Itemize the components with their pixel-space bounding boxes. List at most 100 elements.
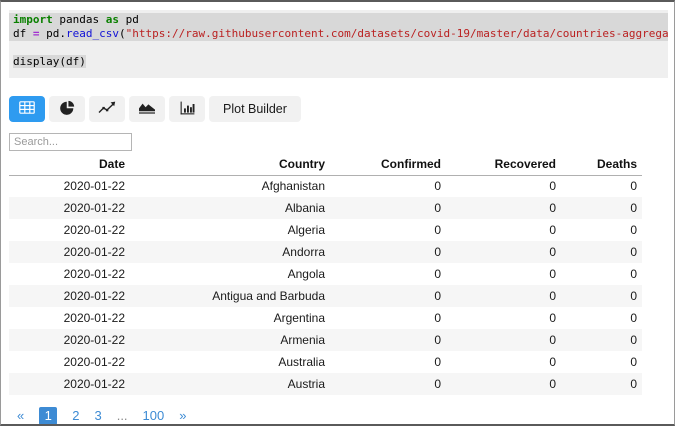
column-header-country[interactable]: Country bbox=[130, 155, 330, 176]
ellipsis: ... bbox=[116, 408, 128, 423]
cell-date: 2020-01-22 bbox=[63, 223, 125, 237]
page-button-3[interactable]: 3 bbox=[94, 407, 101, 424]
code-editor[interactable]: import pandas as pd df = pd.read_csv("htt… bbox=[9, 10, 668, 78]
cell-confirmed: 0 bbox=[434, 223, 441, 237]
cell-date: 2020-01-22 bbox=[63, 333, 125, 347]
area-chart-icon bbox=[138, 101, 156, 117]
cell-country: Albania bbox=[284, 201, 325, 215]
cell-date: 2020-01-22 bbox=[63, 245, 125, 259]
cell-deaths: 0 bbox=[630, 289, 637, 303]
code-line[interactable] bbox=[9, 41, 668, 55]
view-toolbar: Plot Builder bbox=[9, 96, 666, 122]
line-chart-icon bbox=[98, 101, 116, 117]
column-header-confirmed[interactable]: Confirmed bbox=[330, 155, 446, 176]
cell-confirmed: 0 bbox=[434, 179, 441, 194]
selection-highlight: display(df) bbox=[13, 55, 86, 68]
code-token: "https://raw.githubusercontent.com/datas… bbox=[125, 27, 668, 40]
plot-builder-button[interactable]: Plot Builder bbox=[209, 96, 301, 122]
search-input[interactable] bbox=[9, 133, 132, 151]
cell-deaths: 0 bbox=[630, 267, 637, 281]
cell-country: Algeria bbox=[287, 223, 325, 237]
cell-date: 2020-01-22 bbox=[63, 179, 125, 194]
table-row: 2020-01-22 Albania 0 0 0 bbox=[9, 197, 642, 219]
code-token: = bbox=[32, 27, 40, 40]
cell-date: 2020-01-22 bbox=[63, 201, 125, 215]
cell-country: Armenia bbox=[280, 333, 325, 347]
column-header-date[interactable]: Date bbox=[9, 155, 130, 176]
cell-confirmed: 0 bbox=[434, 245, 441, 259]
data-table: Date Country Confirmed Recovered Deaths 2020… bbox=[9, 155, 642, 395]
cell-confirmed: 0 bbox=[434, 201, 441, 215]
cell-recovered: 0 bbox=[549, 333, 556, 347]
cell-recovered: 0 bbox=[549, 355, 556, 369]
area-chart-view-button[interactable] bbox=[129, 96, 165, 122]
cell-deaths: 0 bbox=[630, 377, 637, 391]
code-token: pd. bbox=[39, 27, 66, 40]
cell-confirmed: 0 bbox=[434, 355, 441, 369]
column-header-recovered[interactable]: Recovered bbox=[446, 155, 561, 176]
cell-confirmed: 0 bbox=[434, 377, 441, 391]
cell-country: Austria bbox=[287, 377, 325, 391]
table-row: 2020-01-22 Australia 0 0 0 bbox=[9, 351, 642, 373]
cell-country: Antigua and Barbuda bbox=[212, 289, 325, 303]
code-token: df bbox=[13, 27, 33, 40]
cell-deaths: 0 bbox=[630, 333, 637, 347]
nav-prev[interactable]: « bbox=[17, 407, 24, 424]
bar-chart-icon bbox=[180, 101, 195, 118]
code-token: read_csv bbox=[66, 27, 119, 40]
table-row: 2020-01-22 Armenia 0 0 0 bbox=[9, 329, 642, 351]
cell-recovered: 0 bbox=[549, 179, 556, 194]
code-line[interactable]: import pandas as pd bbox=[9, 13, 668, 27]
cell-date: 2020-01-22 bbox=[63, 377, 125, 391]
bar-chart-view-button[interactable] bbox=[169, 96, 205, 122]
cell-deaths: 0 bbox=[630, 223, 637, 237]
table-row: 2020-01-22 Afghanistan 0 0 0 bbox=[9, 175, 642, 197]
page-button-100[interactable]: 100 bbox=[143, 407, 165, 424]
table-row: 2020-01-22 Antigua and Barbuda 0 0 0 bbox=[9, 285, 642, 307]
cell-deaths: 0 bbox=[630, 355, 637, 369]
cell-recovered: 0 bbox=[549, 311, 556, 325]
cell-country: Argentina bbox=[273, 311, 325, 325]
pie-chart-view-button[interactable] bbox=[49, 96, 85, 122]
table-body: 2020-01-22 Afghanistan 0 0 0 2020-01-22 Albani… bbox=[9, 175, 642, 395]
cell-confirmed: 0 bbox=[434, 267, 441, 281]
dataframe-widget: import pandas as pd df = pd.read_csv("htt… bbox=[0, 0, 675, 426]
cell-recovered: 0 bbox=[549, 245, 556, 259]
column-header-deaths[interactable]: Deaths bbox=[561, 155, 642, 176]
cell-recovered: 0 bbox=[549, 223, 556, 237]
cell-confirmed: 0 bbox=[434, 289, 441, 303]
cell-deaths: 0 bbox=[630, 179, 637, 194]
nav-next[interactable]: » bbox=[179, 407, 186, 424]
cell-confirmed: 0 bbox=[434, 311, 441, 325]
table-row: 2020-01-22 Andorra 0 0 0 bbox=[9, 241, 642, 263]
cell-date: 2020-01-22 bbox=[63, 267, 125, 281]
page-button-2[interactable]: 2 bbox=[72, 407, 79, 424]
cell-date: 2020-01-22 bbox=[63, 311, 125, 325]
cell-deaths: 0 bbox=[630, 201, 637, 215]
cell-country: Afghanistan bbox=[261, 179, 325, 194]
cell-recovered: 0 bbox=[549, 201, 556, 215]
line-chart-view-button[interactable] bbox=[89, 96, 125, 122]
table-icon bbox=[19, 101, 35, 117]
code-token: display(df) bbox=[13, 55, 86, 68]
table-header-row: Date Country Confirmed Recovered Deaths bbox=[9, 155, 642, 176]
page-button-1[interactable]: 1 bbox=[39, 407, 58, 424]
code-token: import bbox=[13, 13, 53, 26]
code-token: pd bbox=[118, 13, 139, 26]
pie-chart-icon bbox=[59, 100, 75, 118]
code-line[interactable]: df = pd.read_csv("https://raw.githubuser… bbox=[9, 27, 668, 41]
cell-recovered: 0 bbox=[549, 377, 556, 391]
code-token: pandas bbox=[52, 13, 106, 26]
code-token: as bbox=[105, 13, 119, 26]
cell-country: Andorra bbox=[282, 245, 325, 259]
cell-date: 2020-01-22 bbox=[63, 289, 125, 303]
pagination: « 1 2 3... 100 » bbox=[17, 407, 666, 424]
cell-recovered: 0 bbox=[549, 267, 556, 281]
cell-date: 2020-01-22 bbox=[63, 355, 125, 369]
table-row: 2020-01-22 Argentina 0 0 0 bbox=[9, 307, 642, 329]
cell-country: Australia bbox=[278, 355, 325, 369]
code-line[interactable]: display(df) bbox=[9, 55, 668, 69]
cell-confirmed: 0 bbox=[434, 333, 441, 347]
table-view-button[interactable] bbox=[9, 96, 45, 122]
table-row: 2020-01-22 Angola 0 0 0 bbox=[9, 263, 642, 285]
